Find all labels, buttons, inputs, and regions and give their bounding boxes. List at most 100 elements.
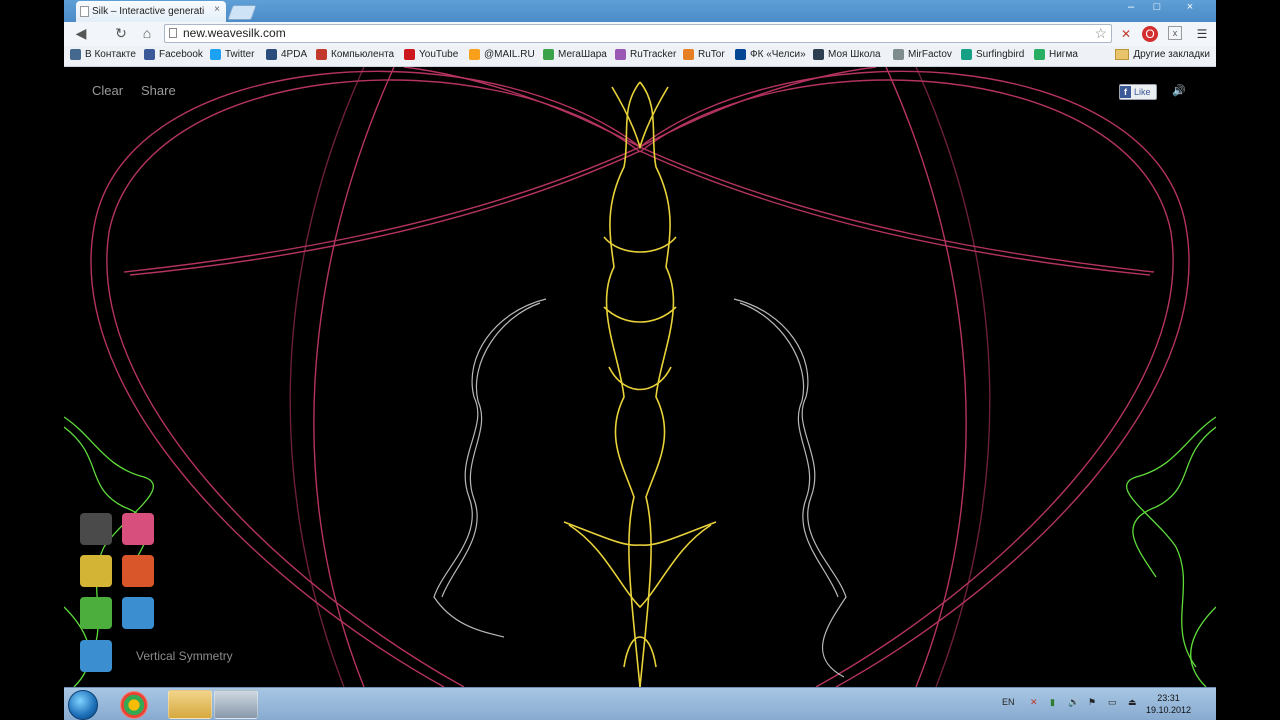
language-indicator[interactable]: EN bbox=[1002, 697, 1015, 707]
bookmark-label: RuTor bbox=[698, 49, 725, 60]
minimize-icon[interactable]: – bbox=[1118, 0, 1144, 16]
page-icon bbox=[893, 49, 904, 60]
mailru-icon bbox=[469, 49, 480, 60]
pink-silk-strands bbox=[90, 67, 1190, 687]
bookmark[interactable]: Surfingbird bbox=[961, 49, 1024, 60]
chrome-taskbar-icon[interactable] bbox=[120, 691, 148, 719]
youtube-icon bbox=[404, 49, 415, 60]
reload-icon[interactable]: ↻ bbox=[112, 25, 130, 42]
color-swatch-green[interactable] bbox=[80, 597, 112, 629]
bookmark[interactable]: MirFactov bbox=[893, 49, 952, 60]
browser-toolbar: ◀ ↻ ⌂ new.weavesilk.com ☆ ✕ O x ☰ bbox=[64, 22, 1216, 47]
share-button[interactable]: Share bbox=[141, 83, 176, 98]
folder-icon bbox=[1115, 49, 1130, 60]
bookmark-label: 4PDA bbox=[281, 49, 308, 60]
bookmark[interactable]: @MAIL.RU bbox=[469, 49, 535, 60]
address-bar[interactable]: new.weavesilk.com ☆ bbox=[164, 24, 1112, 43]
window-controls: – □ × bbox=[1118, 0, 1210, 16]
bookmark-star-icon[interactable]: ☆ bbox=[1094, 25, 1107, 42]
color-swatch-gray[interactable] bbox=[80, 513, 112, 545]
bookmark[interactable]: YouTube bbox=[404, 49, 458, 60]
bookmark-label: MirFactov bbox=[908, 49, 952, 60]
surfingbird-icon bbox=[961, 49, 972, 60]
bookmark[interactable]: МегаШара bbox=[543, 49, 607, 60]
extension-icon[interactable]: x bbox=[1168, 26, 1182, 40]
4pda-icon bbox=[266, 49, 277, 60]
facebook-like-button[interactable]: f Like bbox=[1119, 84, 1157, 100]
back-icon[interactable]: ◀ bbox=[72, 25, 90, 42]
symmetry-toggle-button[interactable] bbox=[80, 640, 112, 672]
sound-icon[interactable]: 🔊 bbox=[1172, 84, 1186, 97]
bookmark[interactable]: RuTracker bbox=[615, 49, 676, 60]
bookmark-label: Компьюлента bbox=[331, 49, 395, 60]
megashara-icon bbox=[543, 49, 554, 60]
page-favicon-icon bbox=[80, 6, 89, 17]
flag-icon[interactable]: ⚑ bbox=[1088, 697, 1096, 708]
app-taskbar-icon[interactable] bbox=[214, 690, 258, 719]
browser-tab[interactable]: Silk – Interactive generati × bbox=[76, 1, 226, 22]
bookmarks-bar: В Контакте Facebook Twitter 4PDA Компьюл… bbox=[64, 46, 1216, 67]
bookmark[interactable]: Нигма bbox=[1034, 49, 1078, 60]
bookmark-label: Моя Школа bbox=[828, 49, 881, 60]
network-icon[interactable]: ▮ bbox=[1050, 697, 1055, 708]
bookmark-label: МегаШара bbox=[558, 49, 607, 60]
bookmark[interactable]: Facebook bbox=[144, 49, 203, 60]
bookmark-label: YouTube bbox=[419, 49, 459, 60]
bookmark-label: RuTracker bbox=[630, 49, 677, 60]
white-silk-strands bbox=[433, 298, 847, 678]
bookmark-label: ФК «Челси» bbox=[750, 49, 806, 60]
chelsea-icon bbox=[735, 49, 746, 60]
color-swatch-yellow[interactable] bbox=[80, 555, 112, 587]
screen: Silk – Interactive generati × – □ × ◀ ↻ … bbox=[64, 0, 1216, 720]
tab-strip: Silk – Interactive generati × – □ × bbox=[64, 0, 1216, 22]
tab-close-icon[interactable]: × bbox=[214, 4, 220, 15]
display-icon[interactable]: ▭ bbox=[1108, 697, 1117, 708]
bookmark[interactable]: Twitter bbox=[210, 49, 254, 60]
bookmark-label: Нигма bbox=[1049, 49, 1078, 60]
clear-button[interactable]: Clear bbox=[92, 83, 123, 98]
school-icon bbox=[813, 49, 824, 60]
url-text: new.weavesilk.com bbox=[183, 26, 286, 40]
extension-icon[interactable]: ✕ bbox=[1118, 26, 1134, 42]
bookmark[interactable]: 4PDA bbox=[266, 49, 307, 60]
bookmark[interactable]: Моя Школа bbox=[813, 49, 881, 60]
opera-icon[interactable]: O bbox=[1142, 26, 1158, 42]
bookmark[interactable]: ФК «Челси» bbox=[735, 49, 806, 60]
explorer-taskbar-icon[interactable] bbox=[168, 690, 212, 719]
menu-icon[interactable]: ☰ bbox=[1194, 26, 1210, 42]
silk-canvas[interactable]: Clear Share f Like 🔊 Vertical Symmetry bbox=[64, 67, 1216, 687]
page-icon bbox=[169, 28, 177, 38]
bookmark-label: Facebook bbox=[159, 49, 203, 60]
twitter-icon bbox=[210, 49, 221, 60]
color-swatch-orange[interactable] bbox=[122, 555, 154, 587]
color-swatch-blue[interactable] bbox=[122, 597, 154, 629]
compulenta-icon bbox=[316, 49, 327, 60]
rutracker-icon bbox=[615, 49, 626, 60]
yellow-silk-spine bbox=[563, 81, 717, 687]
facebook-icon bbox=[144, 49, 155, 60]
tab-title: Silk – Interactive generati bbox=[92, 6, 205, 17]
clock-time: 23:31 bbox=[1157, 693, 1180, 703]
maximize-icon[interactable]: □ bbox=[1144, 0, 1170, 16]
color-swatch-pink[interactable] bbox=[122, 513, 154, 545]
start-button[interactable] bbox=[68, 690, 98, 720]
bookmark[interactable]: RuTor bbox=[683, 49, 725, 60]
home-icon[interactable]: ⌂ bbox=[138, 25, 156, 41]
rutor-icon bbox=[683, 49, 694, 60]
bookmark[interactable]: В Контакте bbox=[70, 49, 136, 60]
green-silk-strands bbox=[64, 416, 1216, 687]
bookmark-label: Surfingbird bbox=[976, 49, 1025, 60]
volume-icon[interactable]: 🔊 bbox=[1068, 697, 1079, 708]
silk-artwork bbox=[64, 67, 1216, 687]
bookmark[interactable]: Компьюлента bbox=[316, 49, 394, 60]
other-bookmarks[interactable]: Другие закладки bbox=[1115, 49, 1210, 60]
close-window-icon[interactable]: × bbox=[1170, 0, 1210, 16]
nigma-icon bbox=[1034, 49, 1045, 60]
tray-icon[interactable]: ✕ bbox=[1030, 697, 1038, 708]
tray-expand-icon[interactable]: ⏏ bbox=[1128, 697, 1137, 708]
clock[interactable]: 23:31 19.10.2012 bbox=[1146, 692, 1191, 716]
vk-icon bbox=[70, 49, 81, 60]
new-tab-button[interactable] bbox=[227, 5, 257, 20]
symmetry-label: Vertical Symmetry bbox=[136, 649, 233, 663]
bookmark-label: В Контакте bbox=[85, 49, 136, 60]
